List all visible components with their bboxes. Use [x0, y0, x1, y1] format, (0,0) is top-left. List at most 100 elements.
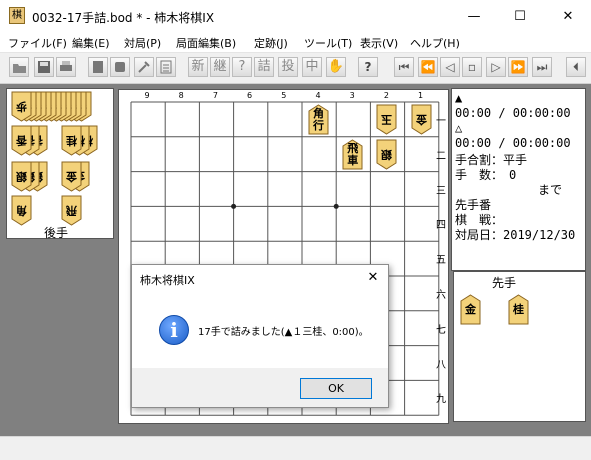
shogi-piece[interactable]: 飛車 — [342, 139, 363, 170]
back-one-button[interactable]: ◁ — [440, 57, 460, 77]
shogi-piece[interactable]: 香 — [11, 125, 32, 156]
tools-icon[interactable] — [134, 57, 154, 77]
dialog-message: 17手で詰みました(▲１三桂、0:00)。 — [198, 327, 369, 338]
sente-mark: ▲ — [455, 91, 463, 105]
last-move-button[interactable]: ⏭ — [532, 57, 552, 77]
print-icon[interactable] — [56, 57, 76, 77]
forward-one-button[interactable]: ▷ — [486, 57, 506, 77]
hint-button[interactable]: ? — [232, 57, 252, 77]
document-icon[interactable] — [156, 57, 176, 77]
title-bar: 棋 0032-17手詰.bod * - 柿木将棋IX — ☐ ✕ — [0, 0, 591, 32]
status-bar — [0, 436, 591, 460]
shogi-piece[interactable]: 歩 — [11, 91, 32, 122]
continue-button[interactable]: 継 — [210, 57, 230, 77]
piece-label: 金 — [66, 170, 77, 183]
menu-game[interactable]: 対局(P) — [124, 35, 161, 51]
shogi-piece[interactable]: 角 — [11, 195, 32, 226]
rank-label: 六 — [436, 290, 446, 301]
stop-button[interactable]: ▫ — [462, 57, 482, 77]
piece-label: 飛車 — [347, 141, 359, 167]
rank-label: 四 — [436, 220, 446, 232]
piece-label: 金 — [415, 113, 427, 126]
menu-edit[interactable]: 編集(E) — [72, 35, 110, 51]
new-game-button[interactable]: 新 — [188, 57, 208, 77]
piece-label: 角 — [16, 204, 27, 217]
file-label: 3 — [349, 91, 355, 100]
shogi-piece[interactable]: 金 — [460, 294, 481, 325]
shogi-piece[interactable]: 角行 — [308, 104, 329, 135]
file-label: 4 — [315, 91, 321, 100]
dialog-footer: OK — [132, 368, 388, 407]
rank-label: 七 — [436, 324, 446, 336]
shogi-piece[interactable]: 桂 — [61, 125, 82, 156]
shogi-piece[interactable]: 飛 — [61, 195, 82, 226]
board-star-point — [231, 203, 237, 209]
gote-mark: △ — [455, 121, 463, 135]
shogi-piece[interactable]: 銀 — [11, 161, 32, 192]
hand-icon[interactable]: ✋ — [326, 57, 346, 77]
menu-bar: ファイル(F) 編集(E) 対局(P) 局面編集(B) 定跡(J) ツール(T)… — [0, 32, 591, 53]
piece-label: 銀 — [16, 170, 27, 183]
file-label: 8 — [178, 91, 184, 100]
piece-label: 香 — [16, 134, 27, 147]
gote-hand-label: 後手 — [44, 226, 69, 240]
book-icon[interactable] — [88, 57, 108, 77]
back-many-button[interactable]: ⏪ — [418, 57, 438, 77]
piece-label: 桂 — [66, 134, 77, 147]
sente-hand-label: 先手 — [492, 276, 517, 290]
shogi-piece[interactable]: 桂 — [508, 294, 529, 325]
maximize-button[interactable]: ☐ — [497, 0, 543, 32]
piece-label: 銀 — [381, 147, 393, 161]
shogi-piece[interactable]: 金 — [61, 161, 82, 192]
info-icon: i — [159, 315, 189, 345]
piece-label: 飛 — [66, 204, 77, 217]
rank-label: 九 — [436, 394, 446, 406]
app-icon: 棋 — [9, 7, 25, 24]
rank-label: 五 — [436, 255, 446, 267]
minimize-button[interactable]: — — [451, 0, 497, 32]
file-label: 9 — [144, 91, 150, 100]
forward-many-button[interactable]: ⏩ — [508, 57, 528, 77]
shogi-piece[interactable]: 銀 — [376, 139, 397, 170]
rank-label: 二 — [436, 150, 446, 162]
message-dialog: 柿木将棋IX ✕ i 17手で詰みました(▲１三桂、0:00)。 OK — [131, 264, 389, 408]
sente-time: 00:00 / 00:00:00 — [455, 106, 571, 120]
dialog-title: 柿木将棋IX — [140, 274, 195, 287]
first-move-button[interactable]: ⏮ — [394, 57, 414, 77]
window-title: 0032-17手詰.bod * - 柿木将棋IX — [32, 11, 215, 25]
menu-position-edit[interactable]: 局面編集(B) — [176, 35, 236, 51]
help-button[interactable]: ? — [358, 57, 378, 77]
piece-label: 歩 — [16, 100, 27, 113]
file-label: 5 — [281, 91, 287, 100]
piece-label: 桂 — [513, 303, 524, 316]
gote-hand-panel: 後手 歩歩歩歩歩歩歩歩歩歩歩歩歩香香香桂桂桂銀銀銀金金角飛 — [6, 88, 114, 240]
made-text: まで — [538, 183, 563, 197]
menu-view[interactable]: 表示(V) — [360, 35, 398, 51]
sente-hand-panel: 先手 金 桂 — [453, 271, 586, 422]
interrupt-button[interactable]: 中 — [302, 57, 322, 77]
board-star-point — [333, 203, 339, 209]
toolbar: 新 継 ? 詰 投 中 ✋ ? ⏮ ⏪ ◁ ▫ ▷ ⏩ ⏭ ⏴ — [0, 53, 591, 84]
close-button[interactable]: ✕ — [545, 0, 591, 32]
ok-button[interactable]: OK — [300, 378, 372, 399]
file-label: 1 — [418, 91, 424, 100]
save-disk-icon[interactable] — [34, 57, 54, 77]
open-folder-icon[interactable] — [9, 57, 29, 77]
toolbar-scroll-button[interactable]: ⏴ — [566, 57, 586, 77]
file-label: 6 — [247, 91, 253, 100]
shogi-piece[interactable]: 玉 — [376, 104, 397, 135]
rank-label: 一 — [436, 116, 446, 127]
piece-label: 金 — [465, 303, 476, 316]
menu-joseki[interactable]: 定跡(J) — [254, 35, 288, 51]
book2-icon[interactable] — [110, 57, 130, 77]
shogi-piece[interactable]: 金 — [411, 104, 432, 135]
date-text: 対局日：2019/12/30 — [455, 228, 576, 242]
menu-tools[interactable]: ツール(T) — [304, 35, 352, 51]
menu-file[interactable]: ファイル(F) — [8, 35, 67, 51]
rank-label: 三 — [436, 185, 446, 197]
dialog-close-button[interactable]: ✕ — [362, 268, 384, 288]
tsume-button[interactable]: 詰 — [254, 57, 274, 77]
menu-help[interactable]: ヘルプ(H) — [410, 35, 460, 51]
piece-label: 玉 — [381, 113, 393, 126]
resign-button[interactable]: 投 — [278, 57, 298, 77]
